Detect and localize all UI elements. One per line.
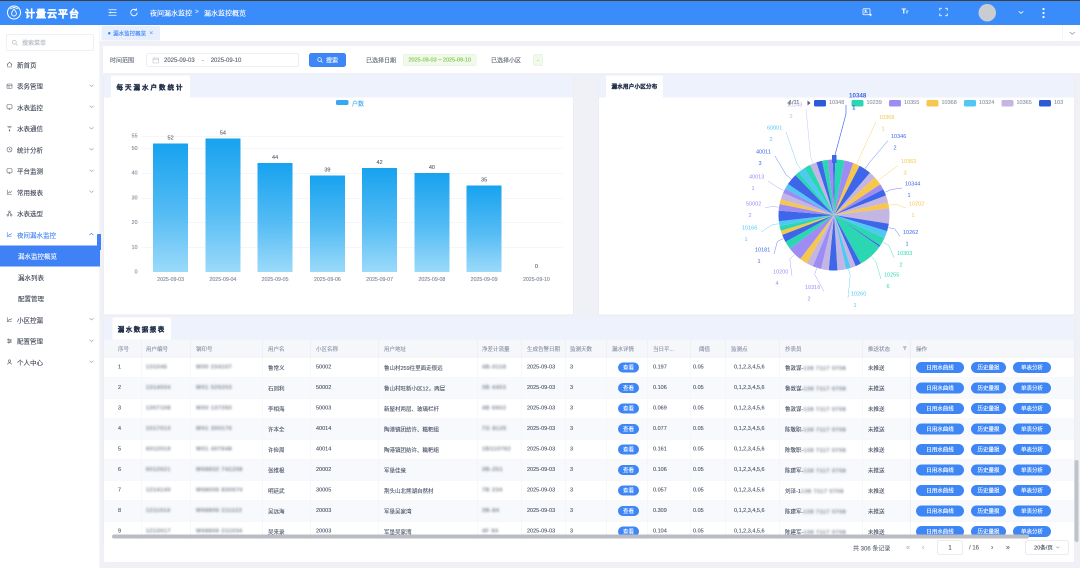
svg-text:1: 1 (745, 237, 748, 243)
svg-text:10181: 10181 (755, 248, 770, 254)
svg-text:40013: 40013 (749, 175, 764, 181)
svg-text:4: 4 (776, 281, 779, 287)
svg-text:10248: 10248 (787, 103, 802, 109)
svg-text:50002: 50002 (746, 202, 761, 208)
svg-text:60001: 60001 (767, 126, 782, 132)
svg-text:2: 2 (900, 263, 903, 269)
svg-text:10368: 10368 (879, 115, 894, 121)
svg-text:10260: 10260 (851, 292, 866, 298)
svg-text:10344: 10344 (905, 182, 920, 188)
svg-text:10346: 10346 (891, 134, 906, 140)
svg-text:2: 2 (770, 137, 773, 143)
svg-text:3: 3 (904, 171, 907, 177)
svg-text:1: 1 (908, 193, 911, 199)
svg-text:1: 1 (852, 105, 856, 112)
svg-text:1: 1 (752, 186, 755, 192)
svg-text:40011: 40011 (756, 150, 771, 156)
svg-text:10316: 10316 (805, 285, 820, 291)
svg-text:2: 2 (790, 114, 793, 120)
svg-text:6: 6 (887, 284, 890, 290)
svg-text:10363: 10363 (901, 159, 916, 165)
svg-text:1: 1 (758, 259, 761, 265)
svg-text:10202: 10202 (909, 202, 924, 208)
svg-text:10255: 10255 (884, 273, 899, 279)
svg-text:2: 2 (808, 297, 811, 303)
svg-text:2: 2 (894, 146, 897, 152)
svg-text:10303: 10303 (897, 251, 912, 257)
svg-text:10200: 10200 (773, 270, 788, 276)
svg-text:1: 1 (854, 303, 857, 308)
svg-text:10348: 10348 (849, 93, 867, 100)
svg-text:10166: 10166 (742, 226, 757, 232)
svg-text:2: 2 (749, 213, 752, 219)
svg-text:10262: 10262 (903, 230, 918, 236)
svg-text:3: 3 (759, 161, 762, 167)
svg-text:1: 1 (912, 213, 915, 219)
svg-text:1: 1 (882, 127, 885, 133)
svg-text:1: 1 (906, 242, 909, 248)
